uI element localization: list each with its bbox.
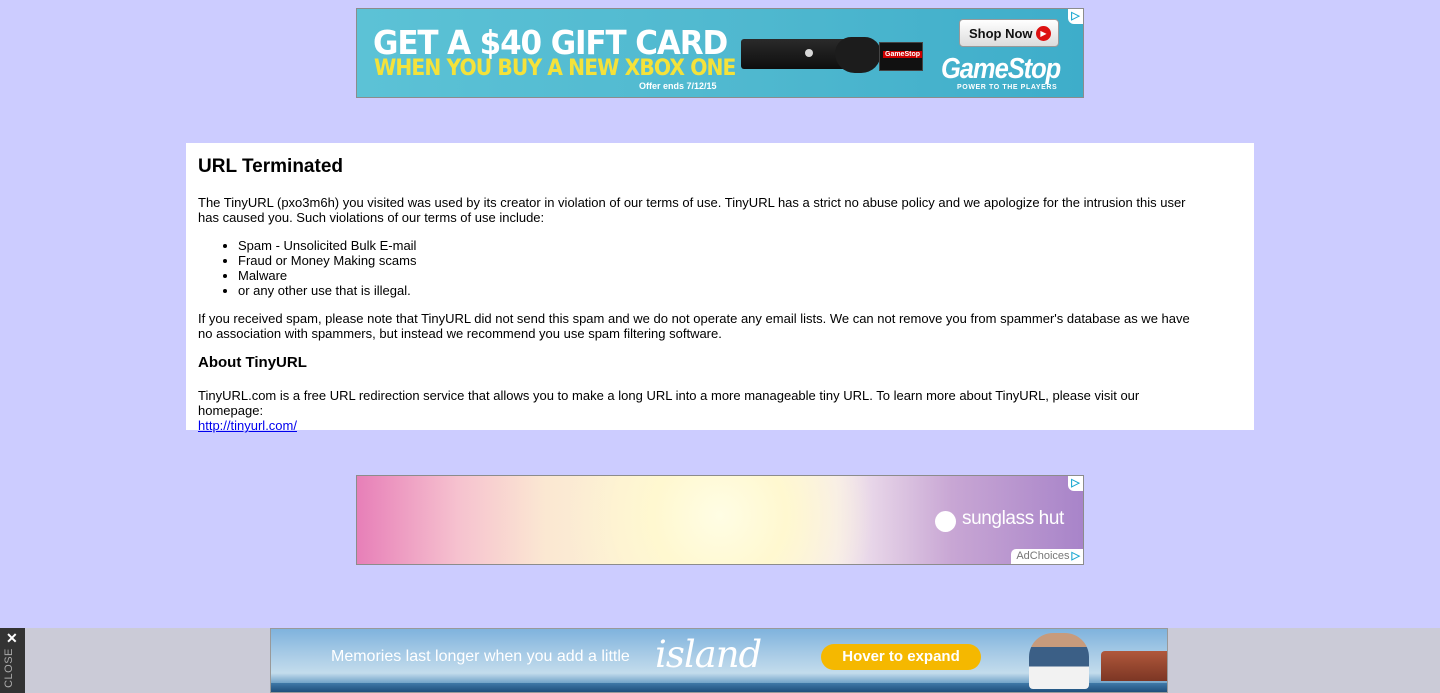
list-item: or any other use that is illegal.: [238, 283, 1200, 298]
island-wordmark: island: [655, 633, 762, 676]
list-item: Spam - Unsolicited Bulk E-mail: [238, 238, 1200, 253]
spam-note-paragraph: If you received spam, please note that T…: [198, 311, 1190, 341]
adchoices-icon[interactable]: ▷: [1068, 476, 1083, 491]
gamestop-banner-ad[interactable]: GET A $40 GIFT CARD WHEN YOU BUY A NEW X…: [356, 8, 1084, 98]
about-heading: About TinyURL: [198, 354, 307, 371]
close-ad-button[interactable]: ✕ CLOSE: [0, 628, 25, 693]
couple-photo: [1029, 633, 1089, 689]
gamestop-tagline: POWER TO THE PLAYERS: [957, 84, 1058, 91]
termination-notice-panel: URL Terminated The TinyURL (pxo3m6h) you…: [186, 143, 1254, 433]
about-paragraph: TinyURL.com is a free URL redirection se…: [198, 388, 1200, 433]
ad-message: Memories last longer when you add a litt…: [331, 648, 630, 665]
violations-list: Spam - Unsolicited Bulk E-mail Fraud or …: [198, 238, 1200, 298]
adchoices-link[interactable]: AdChoices ▷: [1011, 549, 1083, 564]
shop-now-button[interactable]: Shop Now ▶: [959, 19, 1059, 47]
gift-card-label: GameStop: [883, 51, 923, 58]
adchoices-icon: ▷: [1071, 550, 1080, 562]
list-item: Malware: [238, 268, 1200, 283]
gamestop-logo: GameStop: [941, 53, 1061, 85]
ad-offer-note: Offer ends 7/12/15: [639, 81, 717, 91]
about-text: TinyURL.com is a free URL redirection se…: [198, 388, 1140, 418]
sunglass-hut-banner-ad[interactable]: sunglass hut ▷ AdChoices ▷: [356, 475, 1084, 565]
play-icon: ▶: [1036, 26, 1051, 41]
close-icon: ✕: [6, 630, 18, 646]
close-label: CLOSE: [2, 648, 15, 688]
gift-card-image: GameStop: [879, 42, 923, 71]
cliff-image: [1101, 651, 1167, 681]
list-item: Fraud or Money Making scams: [238, 253, 1200, 268]
hover-to-expand-button[interactable]: Hover to expand: [821, 644, 981, 670]
page-title: URL Terminated: [198, 156, 343, 177]
sticky-bottom-ad-bar: ✕ CLOSE Memories last longer when you ad…: [0, 628, 1440, 693]
xbox-controller-image: [835, 37, 881, 73]
homepage-link[interactable]: http://tinyurl.com/: [198, 418, 297, 433]
sunglass-hut-logo: sunglass hut: [935, 508, 1064, 530]
sunglass-hut-brand-text: sunglass hut: [962, 508, 1064, 529]
shop-now-label: Shop Now: [969, 26, 1033, 41]
adchoices-icon[interactable]: ▷: [1068, 9, 1083, 24]
island-banner-ad[interactable]: Memories last longer when you add a litt…: [270, 628, 1168, 693]
adchoices-label: AdChoices: [1016, 550, 1070, 562]
intro-paragraph: The TinyURL (pxo3m6h) you visited was us…: [198, 195, 1186, 225]
ad-subheadline: WHEN YOU BUY A NEW XBOX ONE: [374, 56, 736, 81]
